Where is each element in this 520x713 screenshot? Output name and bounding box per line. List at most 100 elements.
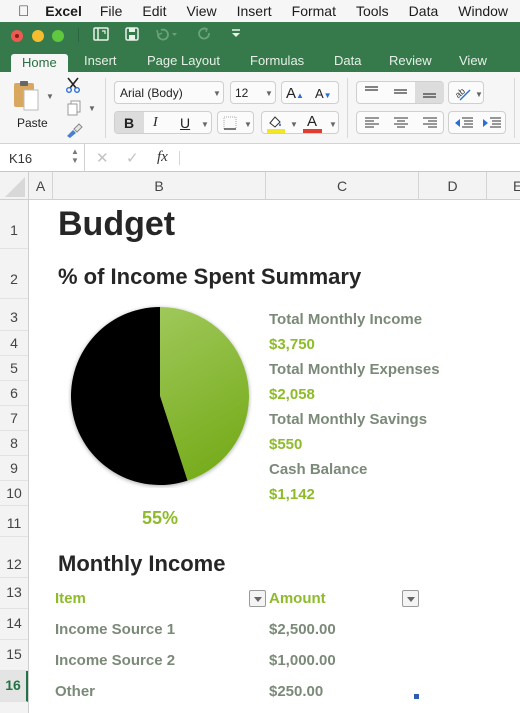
row-header-13[interactable]: 13 <box>0 578 28 609</box>
row-header-15[interactable]: 15 <box>0 640 28 671</box>
zoom-window-button[interactable] <box>52 30 64 42</box>
column-header-c[interactable]: C <box>266 172 419 200</box>
customize-toolbar-icon[interactable] <box>230 27 242 42</box>
underline-button[interactable]: U <box>180 115 190 131</box>
menu-insert[interactable]: Insert <box>237 3 272 19</box>
formula-input[interactable] <box>188 150 513 166</box>
menu-excel[interactable]: Excel <box>45 3 82 19</box>
align-bottom-button[interactable] <box>415 82 444 103</box>
row-header-10[interactable]: 10 <box>0 481 28 506</box>
increase-font-size-button[interactable]: A▲ <box>286 85 304 102</box>
worksheet[interactable]: Budget % of Income Spent Summary Total M… <box>30 200 520 713</box>
insert-function-icon[interactable]: fx <box>157 149 168 166</box>
row-header-12[interactable]: 12 <box>0 537 28 578</box>
row-header-11[interactable]: 11 <box>0 506 28 537</box>
menu-data[interactable]: Data <box>409 3 439 19</box>
font-size-select[interactable]: 12 ▼ <box>230 81 276 104</box>
income-spent-pie-chart[interactable] <box>68 304 252 488</box>
row-header-16[interactable]: 16 <box>0 671 28 702</box>
percent-spent-label: 55% <box>142 508 179 528</box>
column-header-e[interactable]: E <box>487 172 520 200</box>
increase-indent-icon[interactable] <box>483 117 501 129</box>
summary-label-income: Total Monthly Income <box>269 311 423 328</box>
decrease-font-size-button[interactable]: A▼ <box>315 86 332 101</box>
tab-data[interactable]: Data <box>334 53 361 68</box>
summary-value-cash-balance: $1,142 <box>269 486 315 503</box>
row-header-14[interactable]: 14 <box>0 609 28 640</box>
align-bottom-icon <box>423 93 436 98</box>
tab-formulas[interactable]: Formulas <box>250 53 304 68</box>
align-center-icon[interactable] <box>394 117 408 129</box>
borders-caret: ▼ <box>244 120 252 129</box>
menu-view[interactable]: View <box>187 3 217 19</box>
cancel-entry-icon[interactable]: ✕ <box>96 149 109 167</box>
confirm-entry-icon[interactable]: ✓ <box>126 149 139 167</box>
redo-icon[interactable] <box>198 27 212 44</box>
table-row-1-amount[interactable]: $2,500.00 <box>269 621 336 638</box>
summary-label-cash-balance: Cash Balance <box>269 461 368 478</box>
menu-window[interactable]: Window <box>458 3 508 19</box>
table-row-1-item[interactable]: Income Source 1 <box>55 621 175 638</box>
decrease-indent-icon[interactable] <box>455 117 473 129</box>
row-header-8[interactable]: 8 <box>0 431 28 456</box>
menu-tools[interactable]: Tools <box>356 3 389 19</box>
table-row-3-amount[interactable]: $250.00 <box>269 683 323 700</box>
row-header-6[interactable]: 6 <box>0 381 28 406</box>
underline-caret[interactable]: ▼ <box>201 120 209 129</box>
row-header-9[interactable]: 9 <box>0 456 28 481</box>
undo-icon[interactable] <box>155 27 177 44</box>
mac-menu-bar:  Excel File Edit View Insert Format Too… <box>0 0 520 22</box>
tab-view[interactable]: View <box>459 53 487 68</box>
italic-button[interactable]: I <box>153 115 158 131</box>
align-left-icon[interactable] <box>365 117 379 129</box>
tab-insert[interactable]: Insert <box>84 53 117 68</box>
cut-icon[interactable] <box>65 77 81 98</box>
align-right-icon[interactable] <box>423 117 437 129</box>
close-window-button[interactable] <box>11 30 23 42</box>
minimize-window-button[interactable] <box>32 30 44 42</box>
filter-amount-button[interactable] <box>402 590 419 607</box>
apple-logo-icon[interactable]:  <box>18 3 29 20</box>
tab-page-layout[interactable]: Page Layout <box>147 53 220 68</box>
font-name-select[interactable]: Arial (Body) ▼ <box>114 81 224 104</box>
font-color-caret[interactable]: ▼ <box>329 120 337 129</box>
borders-button[interactable]: ▼ <box>217 111 254 134</box>
copy-options-caret[interactable]: ▼ <box>88 104 96 113</box>
fill-color-button[interactable] <box>266 114 286 138</box>
menu-edit[interactable]: Edit <box>142 3 166 19</box>
orientation-button[interactable]: ab ▼ <box>448 81 484 104</box>
name-box[interactable]: K16 ▲ ▼ <box>0 144 85 172</box>
text-orientation-icon: ab <box>454 86 471 101</box>
row-header-1[interactable]: 1 <box>0 200 28 249</box>
name-box-stepper[interactable]: ▲ ▼ <box>71 147 79 165</box>
format-painter-icon[interactable] <box>65 122 83 143</box>
copy-icon[interactable] <box>66 100 82 121</box>
select-all-button[interactable] <box>0 172 29 200</box>
table-resize-handle[interactable] <box>414 694 419 699</box>
column-header-d[interactable]: D <box>419 172 487 200</box>
bold-button[interactable]: B <box>115 112 144 133</box>
row-header-3[interactable]: 3 <box>0 299 28 331</box>
menu-format[interactable]: Format <box>292 3 336 19</box>
fill-color-caret[interactable]: ▼ <box>290 120 298 129</box>
row-header-2[interactable]: 2 <box>0 249 28 299</box>
table-row-2-amount[interactable]: $1,000.00 <box>269 652 336 669</box>
table-row-3-item[interactable]: Other <box>55 683 95 700</box>
table-row-2-item[interactable]: Income Source 2 <box>55 652 175 669</box>
paste-button[interactable] <box>10 80 44 112</box>
column-header-b[interactable]: B <box>53 172 266 200</box>
menu-file[interactable]: File <box>100 3 123 19</box>
filter-item-button[interactable] <box>249 590 266 607</box>
align-top-button[interactable] <box>357 82 386 103</box>
tab-review[interactable]: Review <box>389 53 432 68</box>
row-header-5[interactable]: 5 <box>0 356 28 381</box>
ribbon-tabs: Home Insert Page Layout Formulas Data Re… <box>0 48 520 74</box>
align-middle-button[interactable] <box>386 82 415 103</box>
paste-options-caret[interactable]: ▼ <box>46 92 54 101</box>
save-icon[interactable] <box>125 27 139 44</box>
column-header-a[interactable]: A <box>29 172 53 200</box>
row-header-4[interactable]: 4 <box>0 331 28 356</box>
tab-home[interactable]: Home <box>11 54 68 74</box>
row-header-7[interactable]: 7 <box>0 406 28 431</box>
sidebar-icon[interactable] <box>93 27 109 44</box>
